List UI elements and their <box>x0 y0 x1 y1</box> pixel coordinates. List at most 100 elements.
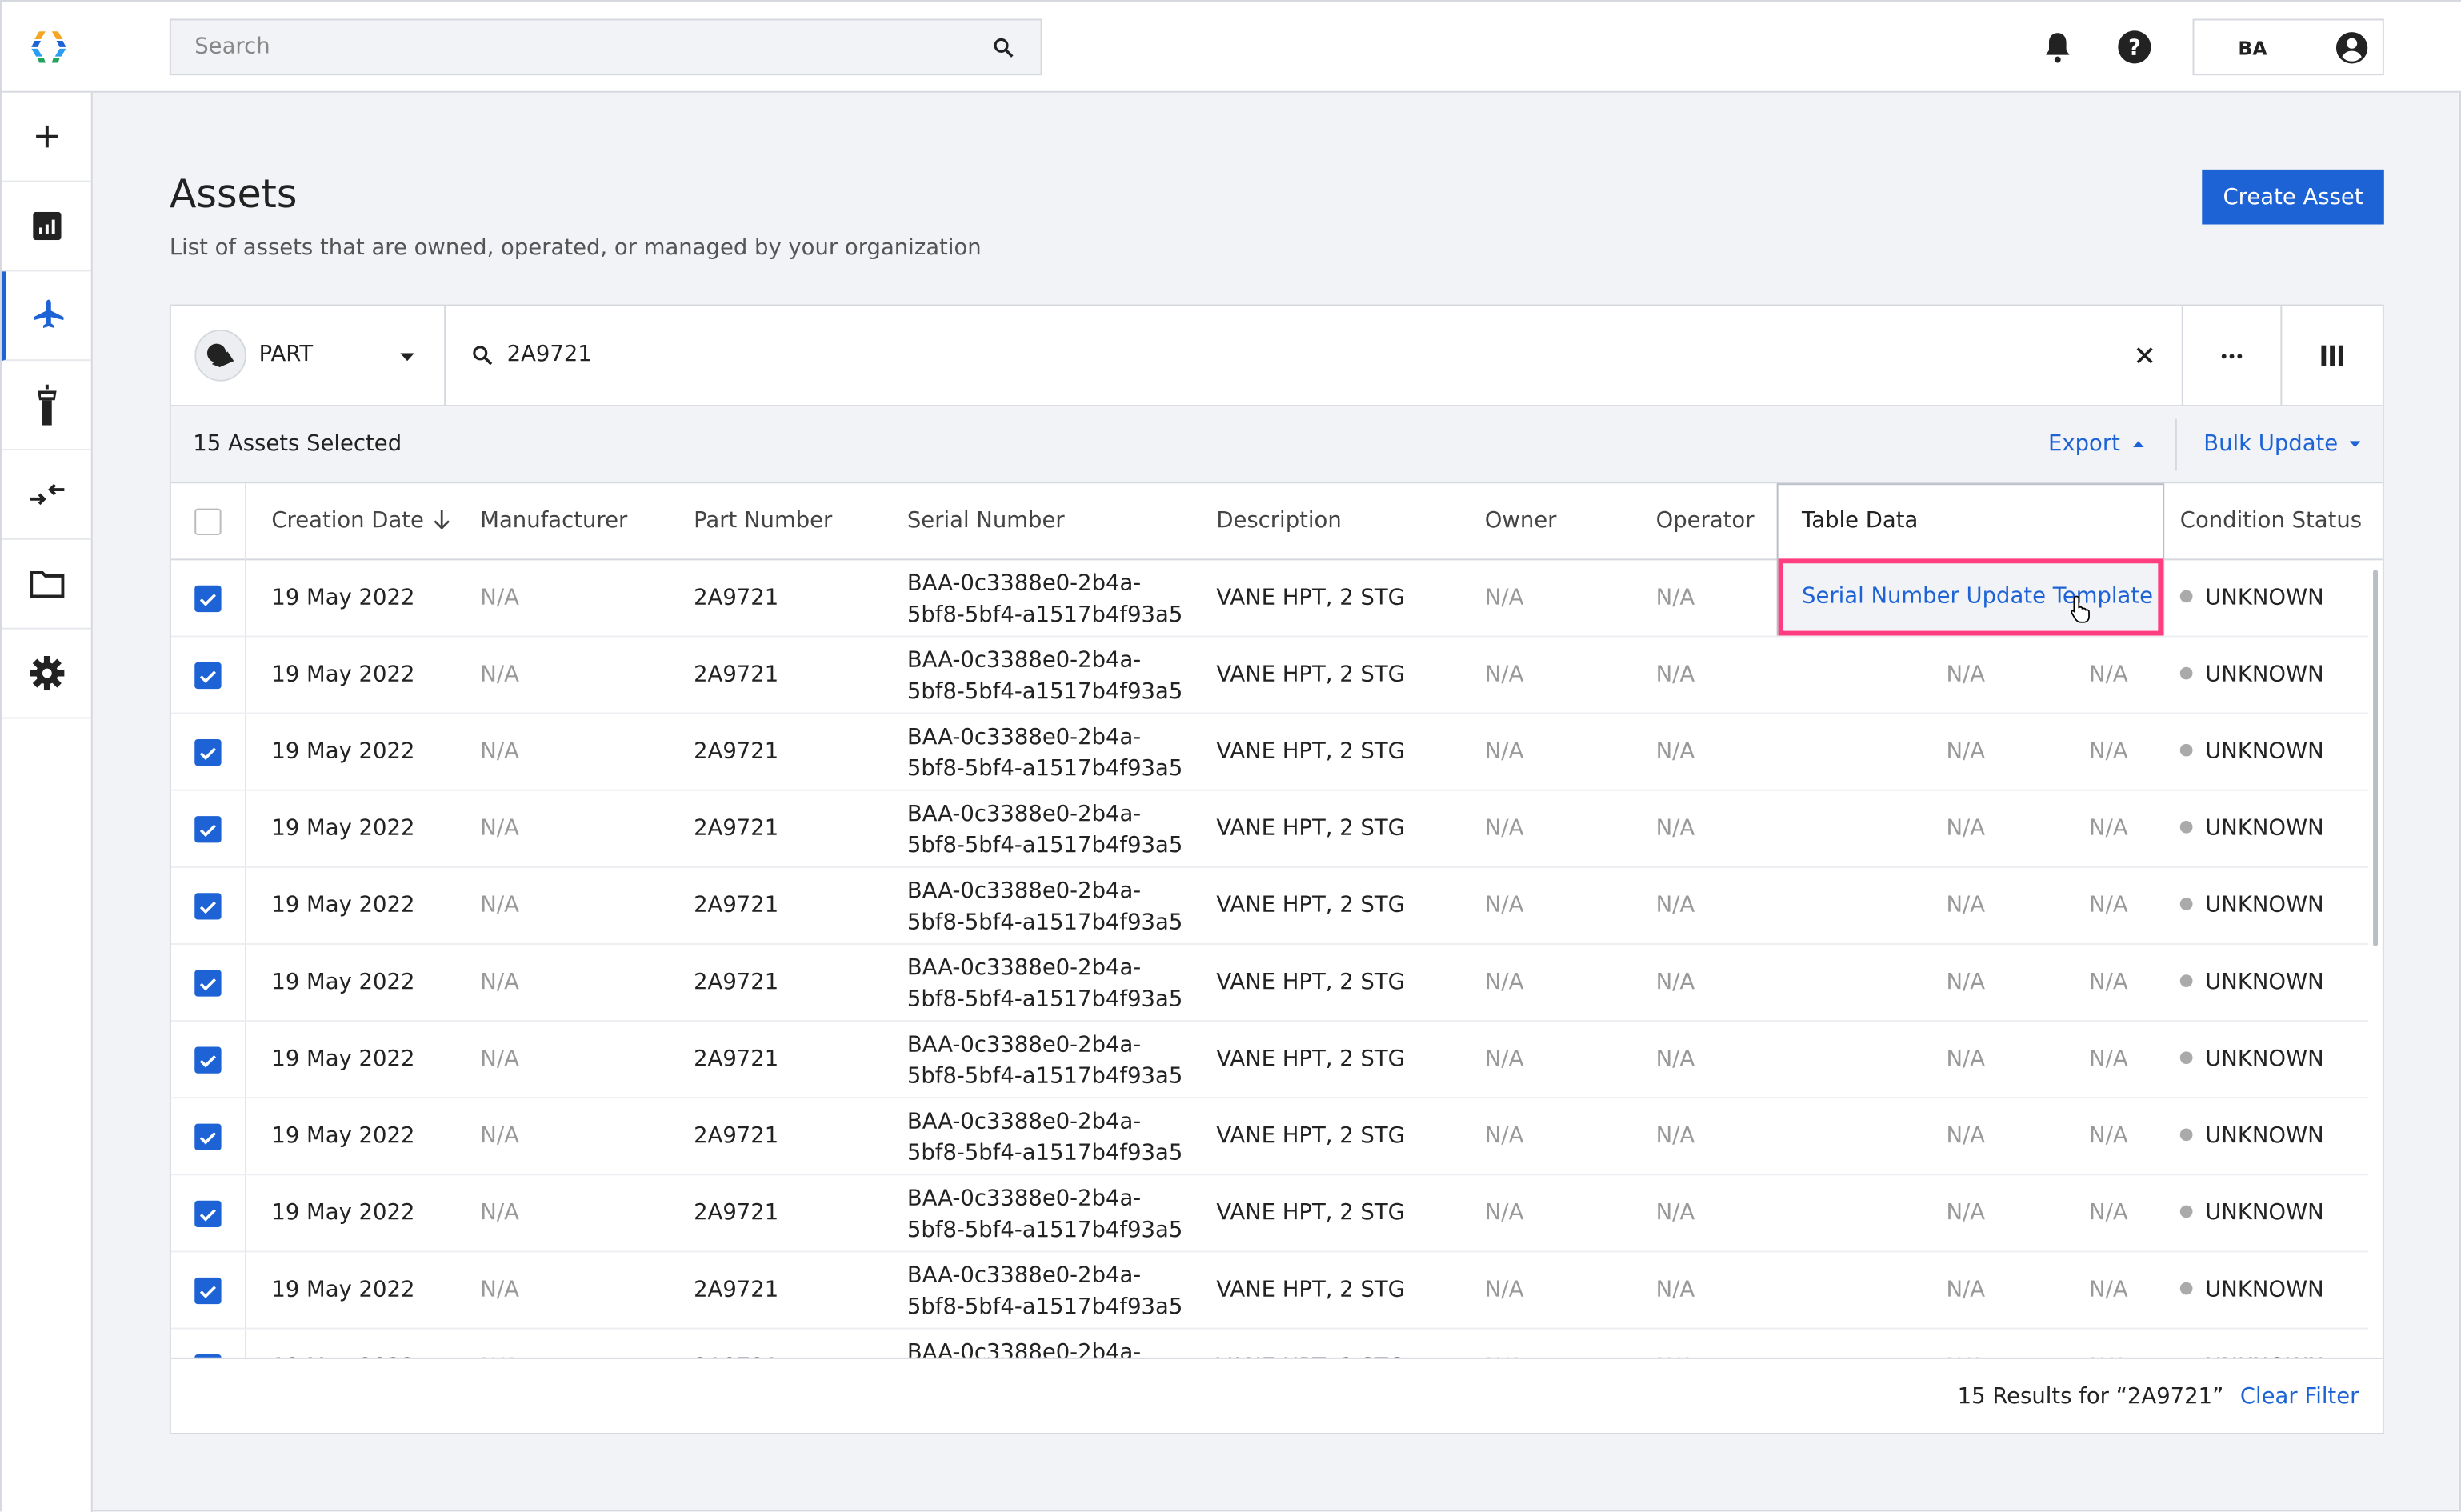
col-description[interactable]: Description <box>1216 509 1341 534</box>
serial-line-2: 5bf8-5bf4-a1517b4f93a5 <box>906 1294 1183 1320</box>
clear-filter-link[interactable]: Clear Filter <box>2240 1384 2359 1409</box>
table-row[interactable]: 19 May 2022 N/A 2A9721 VANE HPT, 2 STG N/A N/… <box>170 868 2369 945</box>
checkmark-icon <box>199 594 217 606</box>
cell-manufacturer: N/A <box>480 1277 519 1303</box>
checkmark-icon <box>199 1286 217 1298</box>
sidebar-item-folder[interactable] <box>1 540 91 630</box>
col-creation-date[interactable]: Creation Date <box>271 509 450 534</box>
table-row[interactable]: 19 May 2022 N/A 2A9721 VANE HPT, 2 STG N/A N/… <box>170 1175 2369 1253</box>
table-row[interactable]: 19 May 2022 N/A 2A9721 VANE HPT, 2 STG N/A N/… <box>170 945 2369 1022</box>
select-all-checkbox[interactable] <box>194 508 222 535</box>
table-row[interactable]: 19 May 2022 N/A 2A9721 VANE HPT, 2 STG N/A N/… <box>170 1098 2369 1176</box>
table-row[interactable]: 19 May 2022 N/A 2A9721 VANE HPT, 2 STG N/A N/… <box>170 637 2369 714</box>
cell-serial-number: BAA-0c3388e0-2b4a- 5bf8-5bf4-a1517b4f93a5 <box>907 645 1182 707</box>
col-part-number[interactable]: Part Number <box>694 509 832 534</box>
svg-text:?: ? <box>2128 36 2141 61</box>
row-checkbox[interactable] <box>194 970 222 997</box>
create-asset-button[interactable]: Create Asset <box>2202 169 2384 225</box>
cell-table-data-2: N/A <box>2089 1277 2128 1303</box>
row-checkbox[interactable] <box>194 816 222 843</box>
help-icon[interactable]: ? <box>2117 30 2151 64</box>
row-checkbox[interactable] <box>194 1123 222 1150</box>
serial-line-1: BAA-0c3388e0-2b4a- <box>906 648 1142 674</box>
cell-table-data-1: N/A <box>1946 816 1986 842</box>
cell-manufacturer: N/A <box>480 970 519 995</box>
search-icon[interactable] <box>994 38 1014 58</box>
cell-serial-number: BAA-0c3388e0-2b4a- 5bf8-5bf4-a1517b4f93a5 <box>907 953 1182 1015</box>
cell-serial-number: BAA-0c3388e0-2b4a- 5bf8-5bf4-a1517b4f93a5 <box>907 876 1182 938</box>
row-checkbox[interactable] <box>194 662 222 690</box>
sidebar <box>1 92 93 1512</box>
cell-serial-number: BAA-0c3388e0-2b4a- 5bf8-5bf4-a1517b4f93a5 <box>907 722 1182 784</box>
cell-operator: N/A <box>1655 1200 1695 1226</box>
columns-button[interactable] <box>2282 306 2383 406</box>
table-row[interactable]: 19 May 2022 N/A 2A9721 VANE HPT, 2 STG N/A N/… <box>170 1252 2369 1330</box>
status-label: UNKNOWN <box>2205 1277 2324 1303</box>
cell-condition-status: UNKNOWN <box>2179 816 2324 841</box>
user-menu-button[interactable]: BA <box>2192 18 2384 76</box>
cell-description: VANE HPT, 2 STG <box>1216 893 1405 918</box>
table-row[interactable]: 19 May 2022 N/A 2A9721 VANE HPT, 2 STG N/A N/… <box>170 714 2369 791</box>
col-operator[interactable]: Operator <box>1656 509 1755 534</box>
row-checkbox[interactable] <box>194 1277 222 1305</box>
top-bar: Search ? BA <box>1 1 2461 93</box>
status-dot-icon <box>2179 743 2193 757</box>
table-scrollbar[interactable] <box>2373 570 2378 946</box>
cell-owner: N/A <box>1484 1123 1524 1149</box>
row-checkbox[interactable] <box>194 1046 222 1074</box>
cell-table-data-1: N/A <box>1946 970 1986 995</box>
bell-icon[interactable] <box>2042 30 2073 64</box>
asset-search-input[interactable]: 2A9721 <box>507 342 2077 367</box>
col-serial-number[interactable]: Serial Number <box>907 509 1065 534</box>
cell-part-number: 2A9721 <box>694 1123 779 1149</box>
sidebar-item-settings[interactable] <box>1 630 91 719</box>
sidebar-item-add[interactable] <box>1 93 91 182</box>
cell-operator: N/A <box>1655 662 1695 688</box>
bulk-update-button[interactable]: Bulk Update <box>2203 431 2360 457</box>
col-condition-status[interactable]: Condition Status <box>2180 509 2362 534</box>
cell-owner: N/A <box>1484 970 1524 995</box>
cell-creation-date: 19 May 2022 <box>271 1277 415 1303</box>
col-manufacturer[interactable]: Manufacturer <box>480 509 627 534</box>
row-checkbox[interactable] <box>194 738 222 766</box>
col-owner[interactable]: Owner <box>1485 509 1557 534</box>
cell-creation-date: 19 May 2022 <box>271 1123 415 1149</box>
clear-search-icon[interactable] <box>2136 347 2154 365</box>
serial-line-1: BAA-0c3388e0-2b4a- <box>906 1186 1142 1212</box>
table-row[interactable]: 19 May 2022 N/A 2A9721 VANE HPT, 2 STG N/A N/… <box>170 1022 2369 1099</box>
status-dot-icon <box>2179 1128 2193 1142</box>
checkmark-icon <box>199 670 217 683</box>
serial-number-update-template-option[interactable]: Serial Number Update Template <box>1778 558 2163 636</box>
more-options-button[interactable] <box>2181 306 2283 406</box>
export-button[interactable]: Export <box>2048 431 2144 457</box>
sidebar-item-assets[interactable] <box>1 271 91 362</box>
asset-type-select[interactable]: PART <box>171 306 446 406</box>
cell-manufacturer: N/A <box>480 662 519 688</box>
cell-manufacturer: N/A <box>480 816 519 842</box>
sidebar-item-dashboard[interactable] <box>1 182 91 272</box>
cell-table-data-2: N/A <box>2089 662 2128 688</box>
cell-part-number: 2A9721 <box>694 1046 779 1072</box>
cell-operator: N/A <box>1655 893 1695 918</box>
bulk-update-label: Bulk Update <box>2203 431 2339 457</box>
cell-description: VANE HPT, 2 STG <box>1216 970 1405 995</box>
serial-line-1: BAA-0c3388e0-2b4a- <box>906 571 1142 597</box>
sidebar-item-tower[interactable] <box>1 361 91 451</box>
row-checkbox[interactable] <box>194 1200 222 1228</box>
sidebar-item-transfer[interactable] <box>1 450 91 540</box>
cell-description: VANE HPT, 2 STG <box>1216 1277 1405 1303</box>
row-checkbox[interactable] <box>194 585 222 613</box>
cell-table-data-1: N/A <box>1946 1123 1986 1149</box>
table-row[interactable]: 19 May 2022 N/A 2A9721 VANE HPT, 2 STG N/A N/… <box>170 791 2369 868</box>
checkmark-icon <box>199 824 217 838</box>
filter-row: PART 2A9721 <box>170 306 2383 407</box>
app-logo[interactable] <box>30 30 67 64</box>
cell-description: VANE HPT, 2 STG <box>1216 585 1405 611</box>
cell-serial-number: BAA-0c3388e0-2b4a- 5bf8-5bf4-a1517b4f93a5 <box>907 1106 1182 1169</box>
status-dot-icon <box>2179 1051 2193 1065</box>
global-search-input[interactable]: Search <box>169 18 1042 76</box>
cell-owner: N/A <box>1484 1046 1524 1072</box>
row-checkbox[interactable] <box>194 893 222 920</box>
chart-icon <box>32 211 61 241</box>
plus-icon <box>35 125 58 148</box>
